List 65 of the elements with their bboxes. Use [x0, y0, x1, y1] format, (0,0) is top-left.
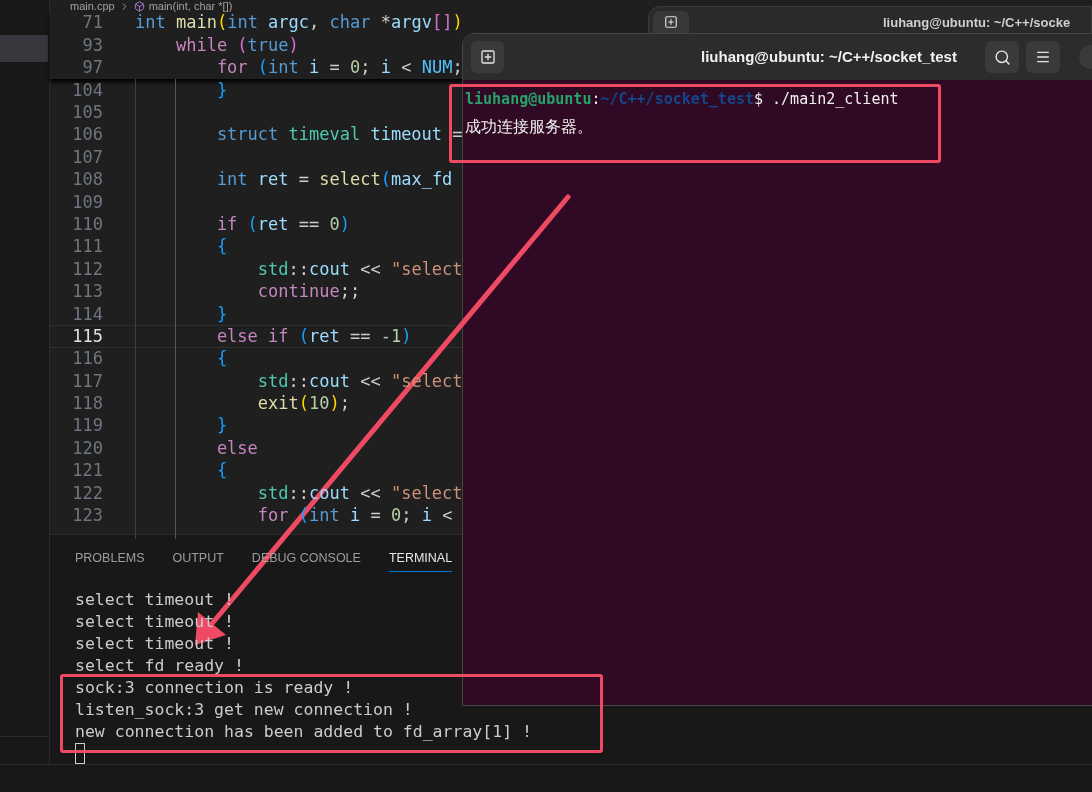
code-line: {: [215, 347, 228, 371]
terminal-line: listen_sock:3 get new connection !: [75, 699, 413, 721]
code-line: else if (ret == -1): [215, 324, 412, 348]
panel-tab[interactable]: TERMINAL: [388, 544, 453, 572]
code-line: {: [215, 459, 228, 483]
code-line: std::cout << "select: [256, 257, 463, 281]
code-line: continue;;: [256, 280, 361, 304]
line-number: 114: [71, 302, 103, 326]
terminal-line: select timeout !: [75, 589, 234, 611]
line-number: 122: [71, 481, 103, 505]
line-number: 109: [71, 190, 103, 214]
new-tab-button[interactable]: [471, 41, 504, 73]
code-line: }: [215, 414, 228, 438]
line-number: 107: [71, 145, 103, 169]
new-tab-button[interactable]: [653, 11, 689, 33]
line-number: 112: [71, 257, 103, 281]
prompt-line: liuhang@ubuntu:~/C++/socket_test$ ./main2_client: [465, 89, 899, 110]
code-line: exit(10);: [256, 392, 350, 416]
code-line: for (int i = 0; i <: [256, 504, 453, 528]
menu-icon: [1035, 49, 1051, 65]
line-number: 104: [71, 78, 103, 102]
window-title: liuhang@ubuntu: ~/C++/socket_test: [701, 46, 957, 67]
line-number: 120: [71, 436, 103, 460]
window-title: liuhang@ubuntu: ~/C++/socke: [883, 15, 1071, 30]
line-number: 106: [71, 123, 103, 147]
terminal-line: new connection has been added to fd_array[1] !: [75, 721, 532, 743]
search-icon: [993, 48, 1011, 66]
code-line: int ret = select(max_fd: [215, 168, 453, 192]
search-button[interactable]: [985, 41, 1019, 73]
code-line: }: [215, 78, 228, 102]
line-number: 118: [71, 392, 103, 416]
terminal-line: select fd ready !: [75, 655, 244, 677]
code-line: }: [215, 302, 228, 326]
new-tab-icon: [664, 15, 678, 29]
terminal-line: sock:3 connection is ready !: [75, 677, 354, 699]
code-line: int main(int argc, char *argv[]): [135, 12, 463, 35]
menu-button[interactable]: [1026, 41, 1060, 73]
code-line: while (true): [174, 33, 299, 57]
line-number: 119: [71, 414, 103, 438]
breadcrumb-item[interactable]: main(int, char *[]): [148, 0, 233, 12]
terminal-line: select timeout !: [75, 633, 234, 655]
line-number: 110: [71, 212, 103, 236]
terminal-line: 成功连接服务器。: [465, 116, 593, 138]
line-number: 97: [81, 56, 103, 80]
code-line: if (ret == 0): [215, 212, 350, 236]
breadcrumb-item[interactable]: main.cpp: [70, 0, 115, 12]
code-line: for (int i = 0; i < NUM;: [215, 56, 463, 80]
line-number: 108: [71, 168, 103, 192]
panel-tab[interactable]: PROBLEMS: [75, 544, 145, 572]
line-number: 111: [71, 235, 103, 259]
line-number: 116: [71, 347, 103, 371]
line-number: 123: [71, 504, 103, 528]
line-number: 121: [71, 459, 103, 483]
line-number: 71: [81, 12, 103, 35]
cube-icon: [133, 0, 145, 12]
line-number: 115: [71, 324, 103, 348]
code-line: else: [215, 436, 258, 460]
line-number: 113: [71, 280, 103, 304]
code-line: struct timeval timeout =: [215, 123, 463, 147]
line-number: 117: [71, 369, 103, 393]
panel-tab[interactable]: OUTPUT: [172, 544, 224, 572]
code-line: {: [215, 235, 228, 259]
line-number: 93: [81, 33, 103, 57]
new-tab-icon: [479, 49, 496, 65]
line-number: 105: [71, 101, 103, 124]
